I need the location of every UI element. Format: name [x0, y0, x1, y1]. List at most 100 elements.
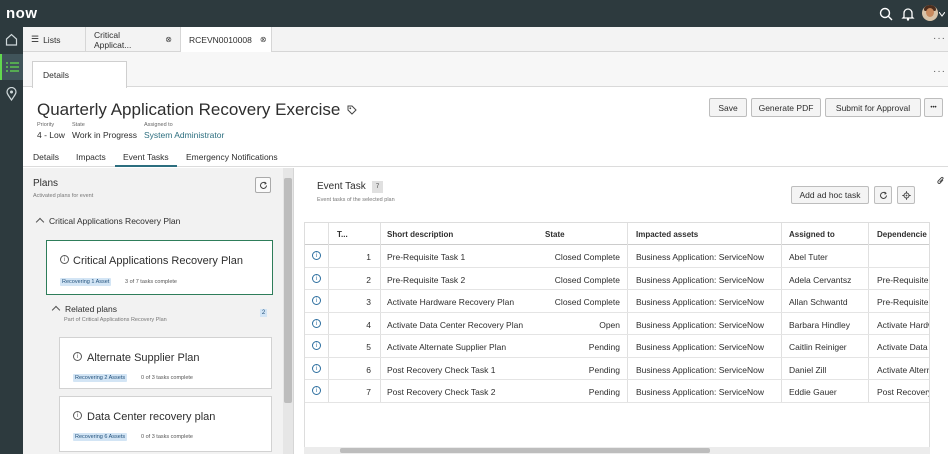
- servicenow-logo[interactable]: now: [6, 5, 38, 22]
- subtab-details[interactable]: Details: [32, 61, 127, 88]
- tab-event-tasks[interactable]: Event Tasks: [115, 152, 177, 167]
- info-icon[interactable]: i: [60, 255, 69, 264]
- task-description[interactable]: Post Recovery Check Task 1: [387, 365, 496, 375]
- related-plans-header[interactable]: Related plans: [51, 304, 117, 314]
- table-row[interactable]: i 6 Post Recovery Check Task 1 Pending B…: [305, 358, 930, 380]
- paperclip-icon[interactable]: [937, 176, 945, 186]
- task-description[interactable]: Activate Hardware Recovery Plan: [387, 297, 514, 307]
- page-title: Quarterly Application Recovery Exercise: [37, 100, 341, 119]
- task-assigned-to: Barbara Hindley: [789, 319, 850, 330]
- info-icon[interactable]: i: [312, 318, 321, 328]
- task-state: Closed Complete: [554, 297, 620, 307]
- generate-pdf-button[interactable]: Generate PDF: [751, 98, 821, 117]
- search-icon[interactable]: [878, 6, 894, 22]
- more-actions-button[interactable]: •••: [924, 98, 943, 117]
- tab-lists[interactable]: ☰ Lists: [23, 27, 86, 52]
- refresh-tasks-button[interactable]: [874, 186, 892, 204]
- task-state: Open: [599, 319, 620, 330]
- task-description[interactable]: Post Recovery Check Task 2: [387, 387, 496, 397]
- table-row[interactable]: i 7 Post Recovery Check Task 2 Pending B…: [305, 380, 929, 403]
- refresh-icon: [260, 181, 267, 189]
- progress-text: 3 of 7 tasks complete: [125, 279, 177, 285]
- tab-critical-applications[interactable]: Critical Applicat... ⊗: [86, 27, 181, 52]
- task-description[interactable]: Pre-Requisite Task 2: [387, 275, 465, 285]
- menu-icon: ☰: [31, 34, 40, 44]
- submit-for-approval-button[interactable]: Submit for Approval: [825, 98, 921, 117]
- state-field: State Work in Progress: [72, 122, 137, 140]
- info-icon[interactable]: i: [73, 352, 82, 361]
- column-header-short-description[interactable]: Short description: [387, 230, 453, 239]
- column-header-order[interactable]: T...: [337, 230, 348, 239]
- plans-scroll-thumb[interactable]: [284, 178, 292, 403]
- table-row[interactable]: i 5 Activate Alternate Supplier Plan Pen…: [305, 335, 929, 358]
- save-button[interactable]: Save: [709, 98, 747, 117]
- task-description[interactable]: Activate Data Center Recovery Plan: [387, 320, 523, 330]
- map-pin-icon: [6, 87, 17, 101]
- add-ad-hoc-task-button[interactable]: Add ad hoc task: [791, 186, 869, 204]
- info-icon[interactable]: i: [312, 273, 321, 283]
- table-row[interactable]: i 3 Activate Hardware Recovery Plan Clos…: [305, 290, 929, 313]
- task-dependency: Activate Altern: [877, 364, 930, 375]
- assigned-label: Assigned to: [144, 122, 173, 128]
- info-icon[interactable]: i: [312, 386, 321, 395]
- task-state: Closed Complete: [554, 274, 620, 285]
- tab-label: RCEVN0010008: [189, 34, 252, 45]
- task-description[interactable]: Pre-Requisite Task 1: [387, 252, 465, 262]
- task-state: Closed Complete: [554, 252, 620, 262]
- table-scroll-thumb[interactable]: [340, 448, 710, 453]
- column-header-dependencies[interactable]: Dependencie: [877, 230, 927, 239]
- assigned-field: Assigned to System Administrator: [144, 122, 224, 140]
- assigned-value-link[interactable]: System Administrator: [144, 130, 224, 140]
- plans-panel: Plans Activated plans for event Critical…: [23, 168, 294, 454]
- avatar[interactable]: [922, 5, 938, 21]
- tab-details[interactable]: Details: [33, 152, 59, 162]
- table-row[interactable]: i 2 Pre-Requisite Task 2 Closed Complete…: [305, 268, 929, 290]
- event-tasks-table: T... Short description State Impacted as…: [304, 222, 930, 454]
- tab-label: Critical Applicat...: [94, 29, 132, 50]
- gear-icon: [902, 191, 911, 200]
- tab-emergency-notifications[interactable]: Emergency Notifications: [186, 152, 278, 162]
- count-badge: 7: [372, 181, 383, 193]
- info-icon[interactable]: i: [73, 411, 82, 420]
- task-order: 2: [366, 274, 371, 285]
- task-order: 1: [366, 252, 371, 262]
- more-icon[interactable]: ···: [933, 66, 946, 77]
- plan-card-selected[interactable]: i Critical Applications Recovery Plan Re…: [46, 240, 273, 295]
- info-icon[interactable]: i: [312, 363, 321, 373]
- info-icon[interactable]: i: [312, 251, 321, 260]
- refresh-icon: [880, 191, 887, 199]
- bell-icon[interactable]: [900, 6, 916, 22]
- task-asset: Business Application: ServiceNow: [636, 319, 765, 330]
- column-header-assigned-to[interactable]: Assigned to: [789, 230, 835, 239]
- tab-impacts[interactable]: Impacts: [76, 152, 106, 162]
- task-assigned-to: Caitlin Reiniger: [789, 342, 847, 352]
- table-row[interactable]: i 1 Pre-Requisite Task 1 Closed Complete…: [305, 245, 929, 268]
- table-row[interactable]: i 4 Activate Data Center Recovery Plan O…: [305, 313, 929, 335]
- chevron-down-icon[interactable]: [939, 12, 945, 17]
- plan-card-data-center[interactable]: i Data Center recovery plan Recovering 6…: [59, 396, 272, 452]
- plan-group-header[interactable]: Critical Applications Recovery Plan: [35, 216, 180, 226]
- status-badge: Recovering 1 Asset: [60, 278, 112, 286]
- related-count-badge: 2: [260, 309, 267, 317]
- priority-value: 4 - Low: [37, 130, 65, 140]
- refresh-button[interactable]: [255, 177, 271, 193]
- close-icon[interactable]: ⊗: [260, 35, 267, 44]
- tag-icon[interactable]: [347, 105, 357, 115]
- rail-home[interactable]: [0, 27, 23, 53]
- task-dependency: Pre-Requisite: [877, 297, 929, 307]
- plan-card-alternate-supplier[interactable]: i Alternate Supplier Plan Recovering 2 A…: [59, 337, 272, 389]
- info-icon[interactable]: i: [312, 296, 321, 305]
- tab-rcevn0010008[interactable]: RCEVN0010008 ⊗: [181, 27, 272, 52]
- more-icon[interactable]: ···: [933, 33, 946, 44]
- close-icon[interactable]: ⊗: [165, 35, 172, 44]
- info-icon[interactable]: i: [312, 341, 321, 350]
- task-assigned-to: Daniel Zill: [789, 364, 827, 375]
- column-header-impacted-assets[interactable]: Impacted assets: [636, 230, 698, 239]
- task-order: 6: [366, 364, 371, 375]
- task-description[interactable]: Activate Alternate Supplier Plan: [387, 342, 506, 352]
- rail-lists[interactable]: [0, 54, 23, 80]
- rail-location[interactable]: [0, 81, 23, 107]
- settings-button[interactable]: [897, 186, 915, 204]
- status-badge: Recovering 6 Assets: [73, 433, 128, 441]
- column-header-state[interactable]: State: [545, 230, 565, 239]
